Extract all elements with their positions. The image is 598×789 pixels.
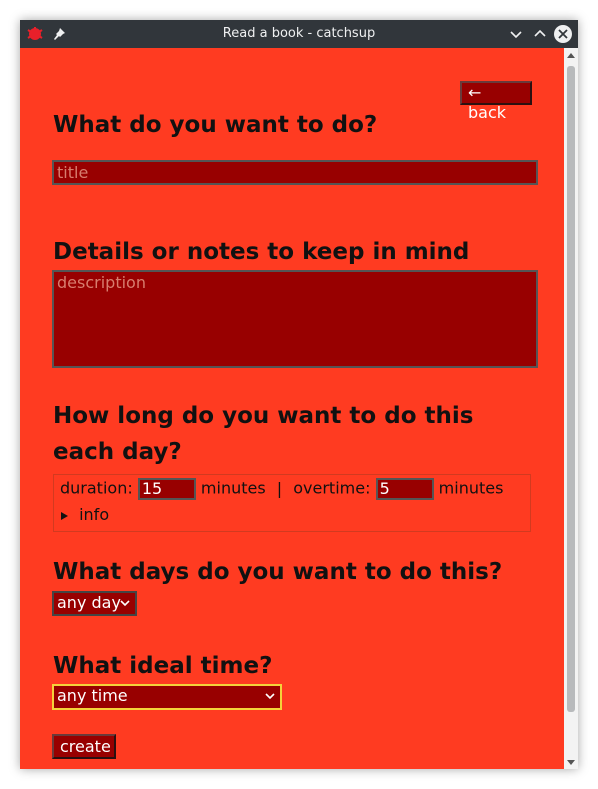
duration-label: duration: bbox=[60, 478, 133, 498]
overtime-input[interactable]: 5 bbox=[375, 478, 434, 500]
scrollbar-thumb[interactable] bbox=[567, 66, 575, 712]
title-bar[interactable]: Read a book - catchsup bbox=[20, 20, 578, 48]
vertical-scrollbar[interactable] bbox=[564, 48, 578, 769]
days-select-value: any day bbox=[57, 593, 121, 612]
title-input[interactable]: title bbox=[52, 160, 538, 185]
duration-input[interactable]: 15 bbox=[137, 478, 196, 500]
back-button[interactable]: ← back bbox=[460, 81, 532, 122]
chevron-down-icon bbox=[265, 693, 275, 700]
overtime-unit: minutes bbox=[438, 478, 504, 498]
chevron-down-icon bbox=[120, 600, 130, 607]
days-select[interactable]: any day bbox=[52, 591, 137, 616]
duration-panel: duration: 15 minutes | overtime: 5 minut… bbox=[53, 474, 531, 532]
time-select-value: any time bbox=[57, 686, 128, 705]
scroll-up-icon[interactable] bbox=[567, 53, 575, 58]
info-disclosure[interactable]: info bbox=[60, 505, 109, 524]
app-window: Read a book - catchsup ← back What do yo… bbox=[20, 20, 578, 769]
time-heading: What ideal time? bbox=[53, 653, 273, 679]
triangle-right-icon bbox=[61, 511, 68, 520]
duration-row: duration: 15 minutes | overtime: 5 minut… bbox=[60, 478, 503, 500]
description-textarea[interactable]: description bbox=[52, 270, 538, 368]
maximize-icon[interactable] bbox=[531, 25, 549, 43]
time-select[interactable]: any time bbox=[52, 684, 282, 710]
duration-heading: How long do you want to do this each day… bbox=[53, 403, 474, 465]
days-heading: What days do you want to do this? bbox=[53, 559, 503, 585]
close-icon[interactable] bbox=[554, 25, 572, 43]
scroll-down-icon[interactable] bbox=[567, 760, 575, 765]
duration-unit: minutes bbox=[200, 478, 266, 498]
separator: | bbox=[276, 478, 283, 498]
details-heading: Details or notes to keep in mind bbox=[53, 239, 470, 265]
create-button[interactable]: create bbox=[52, 734, 116, 759]
window-title: Read a book - catchsup bbox=[222, 26, 376, 41]
title-heading: What do you want to do? bbox=[53, 112, 378, 138]
info-label: info bbox=[79, 505, 110, 524]
minimize-icon[interactable] bbox=[507, 25, 525, 43]
overtime-label: overtime: bbox=[293, 478, 371, 498]
page-content: ← back What do you want to do? title Det… bbox=[20, 48, 564, 769]
